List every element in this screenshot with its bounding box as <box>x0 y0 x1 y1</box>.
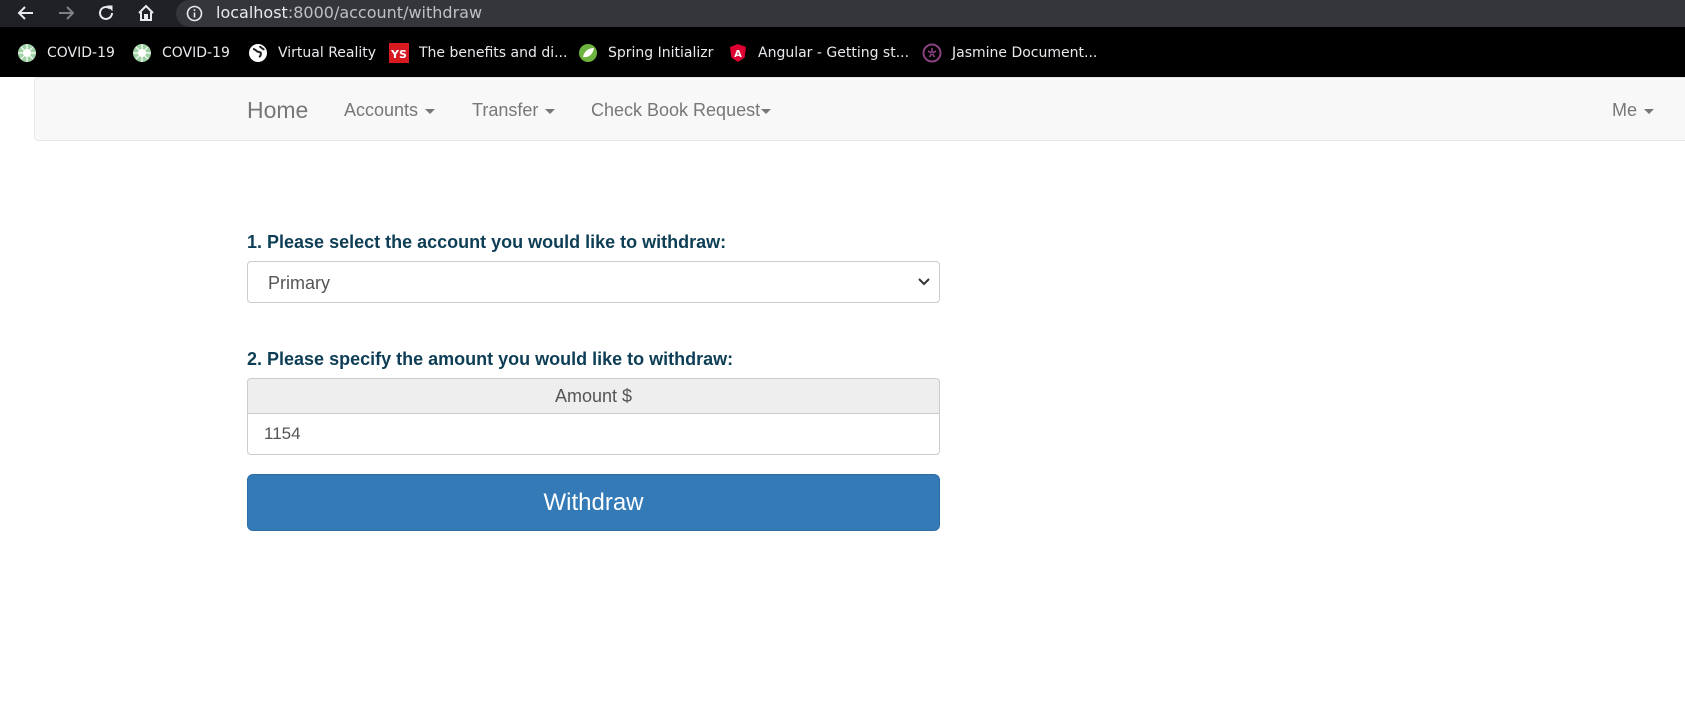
bookmark-ys-article[interactable]: YS The benefits and di... <box>389 41 567 65</box>
info-icon[interactable] <box>186 5 203 22</box>
bookmark-covid-19[interactable]: COVID-19 <box>132 41 230 65</box>
app-navbar: Home Accounts Transfer Check Book Reques… <box>34 77 1685 141</box>
caret-down-icon <box>425 108 436 114</box>
nav-accounts-dropdown[interactable]: Accounts <box>344 99 436 121</box>
bookmark-virtual-reality[interactable]: Virtual Reality <box>248 41 376 65</box>
bookmark-label: COVID-19 <box>162 45 230 61</box>
covid-icon <box>18 44 36 62</box>
ys-icon: YS <box>389 43 409 63</box>
covid-icon <box>133 44 151 62</box>
bookmark-label: Virtual Reality <box>278 45 377 61</box>
bookmark-covid-19[interactable]: COVID-19 <box>17 41 115 65</box>
bookmark-label: Jasmine Document... <box>952 45 1098 61</box>
svg-text:A: A <box>734 49 742 60</box>
nav-home-link[interactable]: Home <box>247 96 308 124</box>
bookmarks-bar: COVID-19 COVID-19 Virtual Reality YS The… <box>0 27 1685 77</box>
amount-addon: Amount $ <box>247 378 940 413</box>
globe-icon <box>249 44 267 62</box>
nav-item-label: Transfer <box>472 100 539 120</box>
nav-item-label: Check Book Request <box>591 100 761 120</box>
url-host: localhost <box>216 3 288 22</box>
caret-down-icon <box>545 108 556 114</box>
back-arrow-icon[interactable] <box>14 1 38 25</box>
bookmark-angular[interactable]: A Angular - Getting st... <box>728 41 909 65</box>
bookmark-label: COVID-19 <box>47 45 115 61</box>
account-select-label: 1. Please select the account you would l… <box>247 232 727 252</box>
nav-user-menu[interactable]: Me <box>1612 99 1655 121</box>
jasmine-icon <box>922 43 942 63</box>
caret-down-icon <box>1644 108 1655 114</box>
address-bar[interactable]: localhost:8000/account/withdraw <box>176 0 1685 27</box>
browser-toolbar: localhost:8000/account/withdraw <box>0 0 1685 27</box>
nav-user-label: Me <box>1612 100 1638 120</box>
caret-down-icon <box>761 108 772 114</box>
url-path: :8000/account/withdraw <box>287 3 483 22</box>
withdraw-button[interactable]: Withdraw <box>247 474 940 531</box>
spring-leaf-icon <box>579 44 597 62</box>
nav-check-book-request-dropdown[interactable]: Check Book Request <box>591 99 772 121</box>
bookmark-spring-initializr[interactable]: Spring Initializr <box>578 41 713 65</box>
forward-arrow-icon[interactable] <box>54 1 78 25</box>
bookmark-jasmine[interactable]: Jasmine Document... <box>922 41 1097 65</box>
reload-icon[interactable] <box>94 1 118 25</box>
home-icon[interactable] <box>134 1 158 25</box>
bookmark-label: Angular - Getting st... <box>758 45 910 61</box>
amount-input[interactable] <box>247 413 940 455</box>
chevron-down-icon <box>918 278 930 286</box>
angular-icon: A <box>730 44 746 62</box>
url-text[interactable]: localhost:8000/account/withdraw <box>216 2 482 24</box>
svg-text:YS: YS <box>390 48 407 61</box>
bookmark-label: The benefits and di... <box>419 45 568 61</box>
account-select-value: Primary <box>268 273 330 293</box>
amount-label: 2. Please specify the amount you would l… <box>247 349 734 369</box>
nav-item-label: Accounts <box>344 100 419 120</box>
nav-transfer-dropdown[interactable]: Transfer <box>472 99 556 121</box>
bookmark-label: Spring Initializr <box>608 45 714 61</box>
account-select[interactable]: Primary <box>247 261 940 303</box>
